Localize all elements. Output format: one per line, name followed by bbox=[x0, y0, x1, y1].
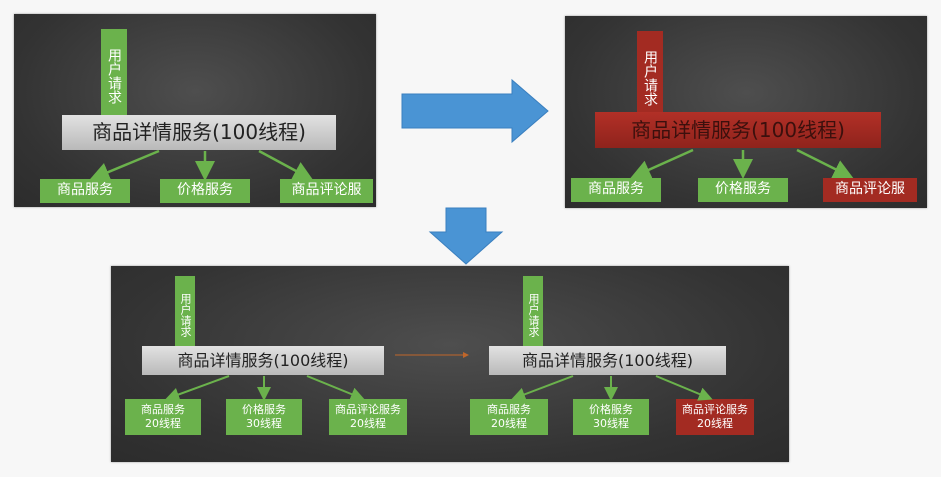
service-label: 商品服务 bbox=[487, 403, 531, 417]
right-arrow-icon bbox=[401, 78, 549, 144]
service-box: 价格服务 bbox=[698, 178, 788, 202]
main-service-box: 商品详情服务(100线程) bbox=[62, 115, 336, 150]
user-request-label: 用户请求 bbox=[106, 48, 122, 104]
service-threads: 20线程 bbox=[350, 417, 386, 430]
service-label: 商品评论服务 bbox=[682, 403, 748, 417]
arrow-line bbox=[796, 148, 854, 179]
service-label: 商品服务 bbox=[588, 181, 644, 198]
service-label: 商品评论服 bbox=[835, 181, 905, 198]
arrow-line bbox=[511, 375, 574, 401]
user-request-label: 用户请求 bbox=[527, 293, 540, 337]
service-label: 商品服务 bbox=[141, 403, 185, 417]
arrow-line bbox=[89, 149, 160, 182]
panel-bottom: 用户请求 商品详情服务(100线程) 商品服务 20线程 价格服务 30线程 商… bbox=[111, 266, 789, 462]
service-box-failing: 商品评论服 bbox=[823, 178, 917, 202]
down-arrow-icon bbox=[428, 207, 504, 265]
user-request-box: 用户请求 bbox=[101, 29, 127, 123]
service-box: 商品服务 bbox=[40, 179, 130, 203]
service-label: 商品服务 bbox=[57, 182, 113, 199]
main-service-box: 商品详情服务(100线程) bbox=[142, 346, 384, 375]
service-box: 商品评论服务 20线程 bbox=[329, 399, 407, 435]
arrow-line bbox=[655, 375, 713, 401]
service-label: 价格服务 bbox=[242, 403, 286, 417]
user-request-label: 用户请求 bbox=[179, 293, 192, 337]
panel-top-right: 用户请求 商品详情服务(100线程) 商品服务 价格服务 商品评论服 bbox=[565, 16, 927, 208]
arrow-line bbox=[630, 148, 694, 179]
service-box: 商品服务 bbox=[571, 178, 661, 202]
user-request-label: 用户请求 bbox=[642, 50, 658, 106]
main-service-label: 商品详情服务(100线程) bbox=[521, 350, 694, 370]
service-box: 商品服务 20线程 bbox=[125, 399, 201, 435]
user-request-box: 用户请求 bbox=[175, 276, 195, 354]
user-request-box: 用户请求 bbox=[637, 31, 663, 125]
service-label: 价格服务 bbox=[715, 181, 771, 198]
service-threads: 20线程 bbox=[145, 417, 181, 430]
service-threads: 30线程 bbox=[246, 417, 282, 430]
arrow-line bbox=[258, 149, 314, 181]
service-threads: 30线程 bbox=[593, 417, 629, 430]
service-box-failing: 商品评论服务 20线程 bbox=[676, 399, 754, 435]
main-service-label: 商品详情服务(100线程) bbox=[92, 120, 306, 144]
service-label: 价格服务 bbox=[177, 182, 233, 199]
arrow-line bbox=[165, 375, 230, 402]
service-threads: 20线程 bbox=[697, 417, 733, 430]
main-service-box: 商品详情服务(100线程) bbox=[489, 346, 726, 375]
user-request-box: 用户请求 bbox=[523, 276, 543, 354]
service-label: 商品评论服 bbox=[291, 182, 362, 199]
service-box: 价格服务 bbox=[160, 179, 250, 203]
main-service-label: 商品详情服务(100线程) bbox=[177, 350, 349, 370]
service-box: 商品评论服 bbox=[280, 179, 373, 203]
service-label: 商品评论服务 bbox=[335, 403, 401, 417]
service-box: 价格服务 30线程 bbox=[573, 399, 649, 435]
service-box: 价格服务 30线程 bbox=[226, 399, 302, 435]
main-service-label: 商品详情服务(100线程) bbox=[631, 117, 845, 142]
main-service-box: 商品详情服务(100线程) bbox=[595, 112, 881, 148]
service-label: 价格服务 bbox=[589, 403, 633, 417]
service-threads: 20线程 bbox=[491, 417, 527, 430]
panel-top-left: 用户请求 商品详情服务(100线程) 商品服务 价格服务 商品评论服 bbox=[14, 14, 376, 207]
service-box: 商品服务 20线程 bbox=[470, 399, 548, 435]
arrow-line bbox=[306, 375, 365, 401]
